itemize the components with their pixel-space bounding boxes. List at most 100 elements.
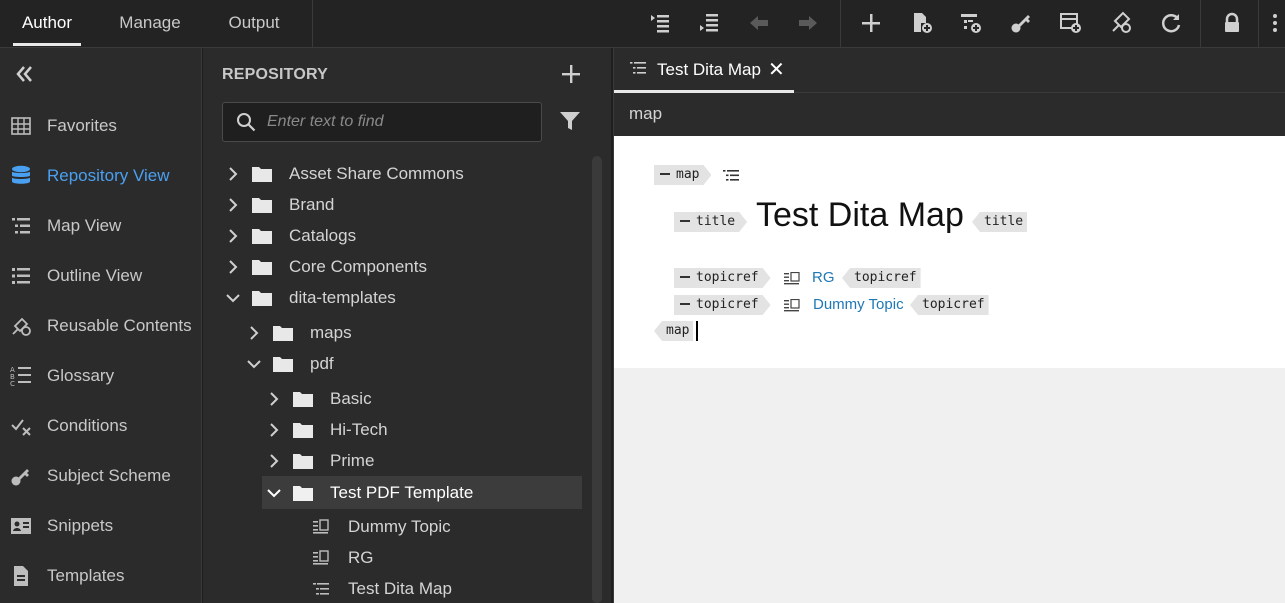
table-add-icon[interactable]: [1058, 10, 1084, 36]
folder-icon: [293, 454, 313, 469]
tree-item-dita-templates[interactable]: dita-templates: [225, 283, 396, 313]
folder-icon: [252, 291, 272, 306]
more-vertical-icon[interactable]: [1268, 10, 1282, 36]
glossary-icon: ABC: [10, 365, 32, 387]
nav-item-label: Outline View: [47, 266, 143, 285]
editor-tab-bar: Test Dita Map ✕: [614, 48, 1285, 93]
title-close-tag[interactable]: title: [972, 212, 1028, 232]
nav-item-subject-scheme[interactable]: Subject Scheme: [0, 456, 202, 496]
tree-item-test-pdf-template[interactable]: Test PDF Template: [262, 476, 582, 509]
add-icon[interactable]: [858, 10, 884, 36]
nav-item-map-view[interactable]: Map View: [0, 206, 202, 246]
topicref-open-tag[interactable]: topicref: [674, 295, 771, 315]
insert-before-icon[interactable]: [647, 10, 673, 36]
key-icon[interactable]: [1008, 10, 1034, 36]
tab-manage[interactable]: Manage: [112, 0, 188, 46]
lock-icon[interactable]: [1219, 10, 1245, 36]
tree-item-label: dita-templates: [289, 288, 396, 307]
tree-item-maps[interactable]: maps: [246, 318, 352, 348]
chevron-right-icon[interactable]: [225, 228, 241, 244]
tree-item-test-dita-map[interactable]: Test Dita Map: [312, 574, 452, 603]
repository-panel: REPOSITORY Asset Share Commons Brand Cat…: [203, 48, 611, 603]
filter-icon[interactable]: [559, 110, 583, 134]
search-icon: [236, 112, 256, 132]
tab-author[interactable]: Author: [13, 0, 81, 46]
topic-icon: [313, 550, 329, 565]
template-icon: [10, 565, 32, 587]
breadcrumb-item[interactable]: map: [629, 104, 662, 124]
topicref-open-tag[interactable]: topicref: [674, 268, 771, 288]
tree-item-catalogs[interactable]: Catalogs: [225, 221, 356, 251]
tree-item-asset-share-commons[interactable]: Asset Share Commons: [225, 159, 464, 189]
refresh-icon[interactable]: [1158, 10, 1184, 36]
nav-item-outline-view[interactable]: Outline View: [0, 256, 202, 296]
toolbar-divider: [1200, 0, 1201, 48]
search-input[interactable]: [267, 103, 537, 141]
tree-item-rg[interactable]: RG: [312, 543, 374, 573]
double-chevron-left-icon[interactable]: [14, 64, 36, 84]
nav-item-conditions[interactable]: Conditions: [0, 406, 202, 446]
reuse-icon[interactable]: [1108, 10, 1134, 36]
chevron-right-icon[interactable]: [266, 422, 282, 438]
new-map-icon[interactable]: [958, 10, 984, 36]
svg-text:C: C: [10, 380, 15, 387]
tab-label: Test Dita Map: [657, 60, 761, 79]
chevron-down-icon[interactable]: [266, 485, 282, 501]
toolbar-divider: [840, 0, 841, 48]
editor-canvas[interactable]: map title Test Dita Map title topicref R…: [614, 136, 1285, 368]
add-icon[interactable]: [561, 64, 583, 86]
title-open-tag[interactable]: title: [674, 212, 747, 232]
chevron-right-icon[interactable]: [225, 166, 241, 182]
map-open-tag[interactable]: map: [654, 165, 711, 185]
move-right-icon: [795, 10, 821, 36]
chevron-right-icon[interactable]: [225, 259, 241, 275]
tree-item-label: Test PDF Template: [330, 482, 474, 502]
topicref-close-tag[interactable]: topicref: [910, 295, 989, 315]
nav-item-snippets[interactable]: Snippets: [0, 506, 202, 546]
chevron-down-icon[interactable]: [225, 290, 241, 306]
topicref-link-rg[interactable]: RG: [812, 269, 835, 286]
map-close-tag[interactable]: map: [654, 321, 694, 341]
tree-item-label: Hi-Tech: [330, 420, 388, 439]
top-toolbar: Author Manage Output: [0, 0, 1285, 48]
tree-item-pdf[interactable]: pdf: [246, 349, 334, 379]
tree-item-hi-tech[interactable]: Hi-Tech: [266, 415, 388, 445]
chevron-right-icon[interactable]: [266, 453, 282, 469]
key-icon: [10, 465, 32, 487]
nav-item-templates[interactable]: Templates: [0, 556, 202, 596]
nav-item-favorites[interactable]: Favorites: [0, 106, 202, 146]
tree-item-label: RG: [348, 548, 374, 567]
tree-item-label: Brand: [289, 195, 335, 214]
nav-item-reusable-contents[interactable]: Reusable Contents: [0, 306, 202, 346]
topic-icon: [313, 519, 329, 534]
folder-icon: [252, 260, 272, 275]
tab-output[interactable]: Output: [220, 0, 288, 46]
nav-item-repository-view[interactable]: Repository View: [0, 156, 202, 196]
close-icon[interactable]: ✕: [768, 57, 785, 82]
map-title-text[interactable]: Test Dita Map: [756, 196, 964, 235]
tree-item-dummy-topic[interactable]: Dummy Topic: [312, 512, 451, 542]
nav-item-glossary[interactable]: ABC Glossary: [0, 356, 202, 396]
scrollbar[interactable]: [592, 156, 602, 603]
tab-test-dita-map[interactable]: Test Dita Map ✕: [614, 48, 794, 93]
tree-item-core-components[interactable]: Core Components: [225, 252, 427, 282]
chevron-right-icon[interactable]: [246, 325, 262, 341]
insert-after-icon[interactable]: [696, 10, 722, 36]
tree-item-brand[interactable]: Brand: [225, 190, 334, 220]
tree-item-label: Basic: [330, 389, 372, 408]
chevron-right-icon[interactable]: [225, 197, 241, 213]
folder-icon: [293, 423, 313, 438]
new-topic-icon[interactable]: [909, 10, 935, 36]
tree-item-prime[interactable]: Prime: [266, 446, 374, 476]
tree-item-basic[interactable]: Basic: [266, 384, 372, 414]
nav-item-label: Reusable Contents: [47, 316, 192, 335]
tree-item-label: Asset Share Commons: [289, 164, 464, 183]
chevron-down-icon[interactable]: [246, 356, 262, 372]
topicref-close-tag[interactable]: topicref: [842, 268, 921, 288]
topicref-link-dummy-topic[interactable]: Dummy Topic: [813, 296, 904, 313]
nav-item-label: Map View: [47, 216, 122, 235]
folder-icon: [252, 167, 272, 182]
map-icon: [723, 169, 739, 182]
snippet-icon: [10, 515, 32, 537]
chevron-right-icon[interactable]: [266, 391, 282, 407]
